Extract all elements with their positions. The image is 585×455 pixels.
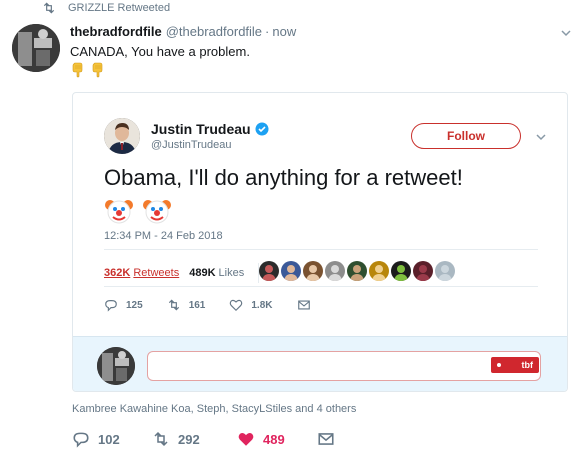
liker-avatar[interactable] <box>369 261 389 281</box>
quoted-dm-action[interactable] <box>297 298 311 312</box>
envelope-icon <box>318 433 334 445</box>
like-count: 489 <box>263 431 285 447</box>
like-action[interactable]: 489 <box>237 430 317 448</box>
liker-avatar[interactable] <box>325 261 345 281</box>
liker-avatar[interactable] <box>347 261 367 281</box>
author-handle[interactable]: @thebradfordfile <box>166 24 262 39</box>
liker-avatar[interactable] <box>281 261 301 281</box>
quoted-emoji-row <box>104 196 172 226</box>
divider <box>104 249 538 250</box>
retweet-icon <box>154 431 168 447</box>
follow-button[interactable]: Follow <box>411 123 521 149</box>
tweet-header: thebradfordfile @thebradfordfile · now <box>70 24 296 39</box>
retweets-label[interactable]: Retweets <box>133 267 179 279</box>
quoted-reply-action[interactable]: 125 <box>104 298 143 312</box>
heart-outline-icon <box>230 299 243 312</box>
heart-filled-icon <box>238 433 254 446</box>
quoted-tweet-timestamp[interactable]: 12:34 PM - 24 Feb 2018 <box>104 230 223 242</box>
likes-count[interactable]: 489K <box>189 267 215 279</box>
reply-count: 102 <box>98 431 120 447</box>
reply-composer: tbf <box>73 336 567 391</box>
dm-action[interactable] <box>317 430 335 448</box>
tweet-text: CANADA, You have a problem. <box>70 44 250 59</box>
reply-action[interactable]: 102 <box>72 430 152 448</box>
retweets-stat[interactable]: 362K Retweets <box>104 267 179 279</box>
quoted-tweet-card[interactable]: Justin Trudeau @JustinTrudeau Follow Oba… <box>72 92 568 392</box>
liker-avatar[interactable] <box>435 261 455 281</box>
liker-avatar[interactable] <box>303 261 323 281</box>
likes-stat[interactable]: 489K Likes <box>189 267 244 279</box>
retweet-context: GRIZZLE Retweeted <box>43 0 171 16</box>
liker-avatar[interactable] <box>259 261 279 281</box>
retweet-context-label: GRIZZLE Retweeted <box>68 2 171 14</box>
reply-icon <box>105 300 117 312</box>
quoted-tweet-text: Obama, I'll do anything for a retweet! <box>104 165 463 190</box>
quoted-author-avatar[interactable] <box>104 118 140 154</box>
chevron-down-icon[interactable] <box>535 131 547 143</box>
reply-input[interactable] <box>147 351 541 381</box>
tbf-badge: tbf <box>491 357 539 373</box>
likes-label[interactable]: Likes <box>219 267 245 279</box>
quoted-tweet-stats: 362K Retweets 489K Likes <box>104 263 260 283</box>
liked-by-line[interactable]: Kambree Kawahine Koa, Steph, StacyLStile… <box>72 403 356 415</box>
reply-icon <box>73 432 89 448</box>
tweet-emoji-row <box>70 62 106 78</box>
liker-avatar[interactable] <box>391 261 411 281</box>
header-separator: · <box>265 24 270 39</box>
tbf-badge-label: tbf <box>521 360 534 370</box>
quoted-author-handle[interactable]: @JustinTrudeau <box>151 139 231 151</box>
envelope-icon <box>297 300 310 310</box>
quoted-tweet-actions: 125 161 1.8K <box>104 298 335 312</box>
divider <box>104 286 538 287</box>
retweets-count[interactable]: 362K <box>104 267 130 279</box>
retweet-action[interactable]: 292 <box>152 430 237 448</box>
quoted-like-count: 1.8K <box>251 299 273 311</box>
liker-avatar[interactable] <box>413 261 433 281</box>
quoted-reply-count: 125 <box>126 299 143 311</box>
author-name[interactable]: thebradfordfile <box>70 24 162 39</box>
quoted-author-name[interactable]: Justin Trudeau <box>151 121 251 137</box>
retweet-icon <box>168 299 179 311</box>
tweet-time[interactable]: now <box>272 24 296 39</box>
verified-badge-icon <box>255 122 269 136</box>
current-user-avatar <box>97 347 135 385</box>
tweet-actions: 102 292 489 <box>72 430 335 448</box>
pointing-down-hand-icon <box>72 62 83 78</box>
badge-dot <box>497 363 501 367</box>
clown-face-icon <box>143 200 171 224</box>
author-avatar[interactable] <box>12 24 60 72</box>
quoted-like-action[interactable]: 1.8K <box>229 298 273 312</box>
chevron-down-icon[interactable] <box>560 27 572 39</box>
retweet-icon <box>43 2 55 14</box>
quoted-retweet-count: 161 <box>188 299 206 311</box>
likers-avatar-row <box>259 261 455 281</box>
quoted-author-name-row[interactable]: Justin Trudeau <box>151 121 269 137</box>
retweet-count: 292 <box>178 431 200 447</box>
clown-face-icon <box>105 200 133 224</box>
pointing-down-hand-icon <box>92 62 103 78</box>
quoted-retweet-action[interactable]: 161 <box>167 298 206 312</box>
